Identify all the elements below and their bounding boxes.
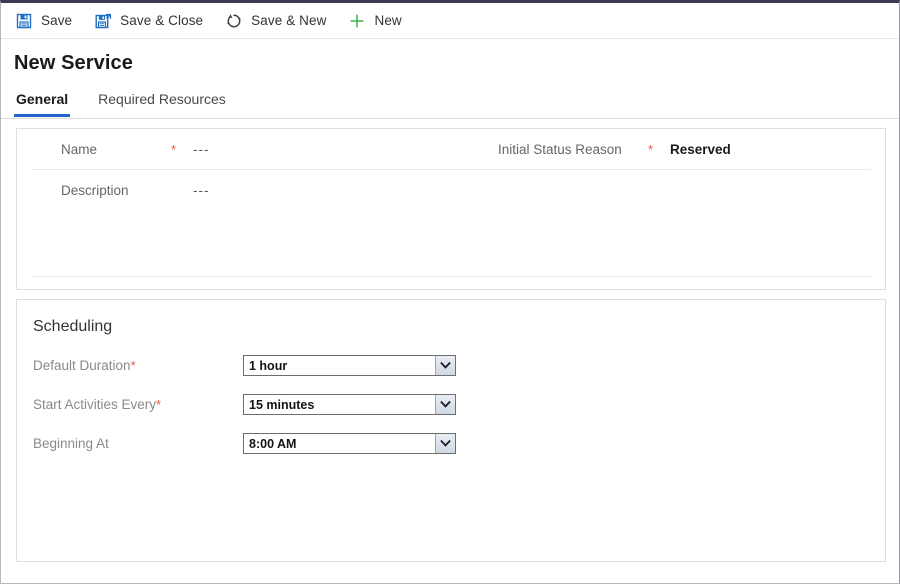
new-button[interactable]: New [345, 6, 410, 36]
start-activities-every-dropdown[interactable]: 15 minutes [243, 394, 456, 415]
start-activities-every-value: 15 minutes [249, 397, 315, 412]
form-canvas: Name * --- Initial Status Reason * Reser… [1, 128, 899, 562]
description-field-label: Description [61, 182, 129, 198]
new-button-label: New [374, 13, 402, 28]
beginning-at-dropdown[interactable]: 8:00 AM [243, 433, 456, 454]
save-button[interactable]: Save [12, 6, 81, 36]
initial-status-reason-label: Initial Status Reason [498, 141, 622, 157]
initial-status-reason-field[interactable]: Initial Status Reason * Reserved [486, 142, 871, 157]
page-title: New Service [14, 52, 133, 74]
name-field[interactable]: Name * --- [31, 142, 486, 157]
start-activities-every-label: Start Activities Every* [33, 397, 162, 412]
field-row-description: Description --- [31, 170, 871, 210]
tab-general-label: General [16, 91, 69, 107]
field-row-beginning-at: Beginning At 8:00 AM [17, 433, 885, 454]
name-required-marker: * [171, 142, 177, 157]
field-row-default-duration: Default Duration* 1 hour [17, 355, 885, 376]
field-row-start-activities-every: Start Activities Every* 15 minutes [17, 394, 885, 415]
default-duration-required-marker: * [130, 358, 136, 373]
default-duration-label: Default Duration* [33, 358, 136, 373]
chevron-down-icon[interactable] [435, 356, 455, 375]
tab-required-resources[interactable]: Required Resources [96, 91, 228, 117]
name-field-value: --- [193, 141, 210, 157]
save-and-new-icon [224, 12, 244, 30]
initial-status-reason-value: Reserved [670, 141, 731, 157]
command-bar: Save Save & Close Save & New New [1, 3, 899, 39]
description-bottom-divider [31, 276, 871, 277]
plus-icon [347, 12, 367, 30]
save-and-new-button[interactable]: Save & New [222, 6, 335, 36]
header-divider [1, 118, 899, 119]
save-and-close-icon [93, 12, 113, 30]
description-field[interactable]: Description --- [31, 183, 486, 198]
description-field-body[interactable] [31, 210, 871, 276]
chevron-down-icon[interactable] [435, 434, 455, 453]
service-form-window: Save Save & Close Save & New New New Ser… [0, 0, 900, 584]
chevron-down-icon[interactable] [435, 395, 455, 414]
start-activities-every-required-marker: * [156, 397, 162, 412]
general-section-panel: Name * --- Initial Status Reason * Reser… [16, 128, 886, 290]
field-row-name: Name * --- Initial Status Reason * Reser… [31, 129, 871, 170]
save-button-label: Save [41, 13, 73, 28]
tab-general[interactable]: General [14, 91, 71, 117]
default-duration-dropdown[interactable]: 1 hour [243, 355, 456, 376]
tab-bar: General Required Resources [14, 87, 899, 117]
default-duration-value: 1 hour [249, 358, 288, 373]
beginning-at-label: Beginning At [33, 436, 109, 451]
save-and-close-button-label: Save & Close [120, 13, 204, 28]
save-icon [14, 12, 34, 30]
page-header: New Service General Required Resources [1, 39, 899, 117]
description-field-value: --- [193, 182, 210, 198]
save-and-new-button-label: Save & New [251, 13, 327, 28]
tab-required-resources-label: Required Resources [98, 91, 226, 107]
name-field-label: Name [61, 141, 98, 157]
scheduling-section-panel: Scheduling Default Duration* 1 hour Star… [16, 299, 886, 562]
beginning-at-value: 8:00 AM [249, 436, 297, 451]
scheduling-section-heading: Scheduling [33, 318, 113, 335]
description-required-marker [171, 189, 193, 191]
initial-status-reason-required-marker: * [648, 142, 654, 157]
save-and-close-button[interactable]: Save & Close [91, 6, 212, 36]
